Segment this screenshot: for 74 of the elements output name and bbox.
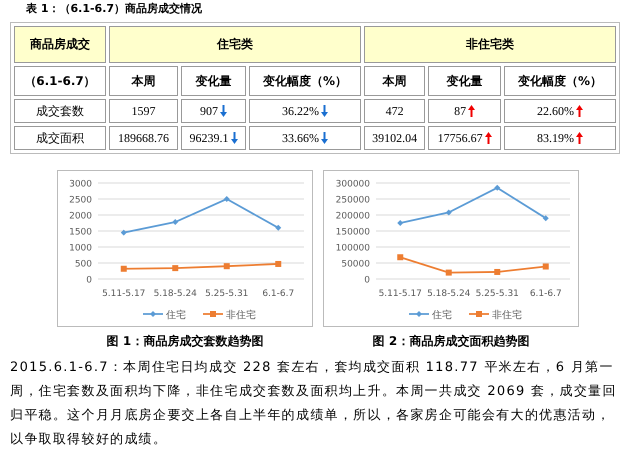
header-cell: 变化幅度（%） — [249, 66, 361, 96]
header-cell: 本周 — [364, 66, 426, 96]
y-tick-label: 0 — [364, 276, 370, 286]
point — [120, 230, 127, 236]
table-cell: 189668.76 — [109, 126, 178, 150]
chart-caption: 图 1：商品房成交套数趋势图 — [106, 333, 264, 350]
table-cell: 87 — [428, 99, 502, 123]
point — [275, 224, 282, 231]
header-cell: 变化幅度（%） — [504, 66, 616, 96]
row-label-cell: 成交面积 — [14, 126, 106, 150]
legend-marker — [203, 311, 223, 317]
table-cell: 39102.04 — [364, 126, 426, 150]
point — [224, 263, 230, 270]
x-tick-label: 6.1-6.7 — [530, 289, 562, 299]
point — [172, 265, 178, 272]
point — [542, 264, 549, 270]
x-tick-label: 5.25-5.31 — [205, 289, 248, 299]
point — [397, 254, 404, 260]
y-tick-label: 200000 — [336, 212, 370, 222]
y-tick-label: 100000 — [336, 244, 370, 254]
summary-paragraph: 2015.6.1-6.7：本周住宅日均成交 228 套左右，套均成交面积 118.77 平米左右，6 月第一周，住宅套数及面积均下降，非住宅成交套数及面积均上升。本周一共成交 2069 套，成交量回归平稳。这个月月底房企要交上各自上半年的成绩单，所以，各家房企可能会有大的优惠活动，以争取取得较好的成绩。 — [10, 359, 618, 449]
point — [397, 220, 404, 226]
point — [120, 266, 127, 272]
legend-marker — [469, 311, 489, 317]
y-tick-label: 300000 — [336, 180, 370, 190]
point — [494, 184, 500, 191]
header-cell: 变化量 — [180, 66, 246, 96]
header-cell: 住宅类 — [109, 26, 361, 63]
table-cell: 17756.67 — [428, 126, 502, 150]
table-cell: 907 — [180, 99, 246, 123]
point — [446, 270, 452, 276]
y-tick-label: 500 — [74, 260, 92, 270]
x-tick-label: 5.25-5.31 — [476, 289, 519, 299]
header-cell: 变化量 — [428, 66, 502, 96]
table-cell: 22.60% — [504, 99, 616, 123]
table-cell: 1597 — [109, 99, 178, 123]
point — [275, 260, 282, 267]
legend-label: 非住宅 — [492, 310, 522, 321]
table-cell: 36.22% — [249, 99, 361, 123]
y-tick-label: 2500 — [69, 196, 92, 206]
y-tick-label: 1000 — [69, 244, 92, 254]
x-tick-label: 5.11-5.17 — [378, 289, 422, 299]
x-tick-label: 5.18-5.24 — [427, 289, 470, 299]
table-cell: 472 — [364, 99, 426, 123]
y-tick-label: 150000 — [336, 228, 370, 238]
y-tick-label: 0 — [86, 276, 92, 286]
x-tick-label: 5.18-5.24 — [154, 289, 197, 299]
header-cell: （6.1-6.7） — [14, 66, 106, 96]
header-cell: 非住宅类 — [364, 26, 616, 63]
y-tick-label: 2000 — [69, 212, 92, 222]
table-cell: 96239.1 — [180, 126, 246, 150]
x-tick-label: 6.1-6.7 — [262, 289, 294, 299]
header-cell: 商品房成交 — [14, 26, 106, 63]
legend-label: 非住宅 — [226, 310, 256, 321]
y-tick-label: 250000 — [336, 196, 370, 206]
table-cell: 33.66% — [249, 126, 361, 150]
point — [494, 268, 500, 275]
point — [542, 215, 549, 222]
point — [446, 209, 452, 216]
y-tick-label: 50000 — [341, 260, 370, 270]
table-title: 表 1：（6.1-6.7）商品房成交情况 — [25, 2, 204, 17]
row-label-cell: 成交套数 — [14, 99, 106, 123]
point — [224, 196, 230, 202]
legend-marker — [143, 311, 163, 317]
point — [172, 219, 178, 226]
x-tick-label: 5.11-5.17 — [102, 289, 146, 299]
header-cell: 本周 — [109, 66, 178, 96]
legend-label: 住宅 — [432, 310, 452, 321]
y-tick-label: 1500 — [69, 228, 92, 238]
table-cell: 83.19% — [504, 126, 616, 150]
legend-marker — [409, 311, 429, 317]
legend-label: 住宅 — [166, 310, 186, 321]
chart-caption: 图 2：商品房成交面积趋势图 — [372, 333, 530, 350]
y-tick-label: 3000 — [69, 180, 92, 190]
